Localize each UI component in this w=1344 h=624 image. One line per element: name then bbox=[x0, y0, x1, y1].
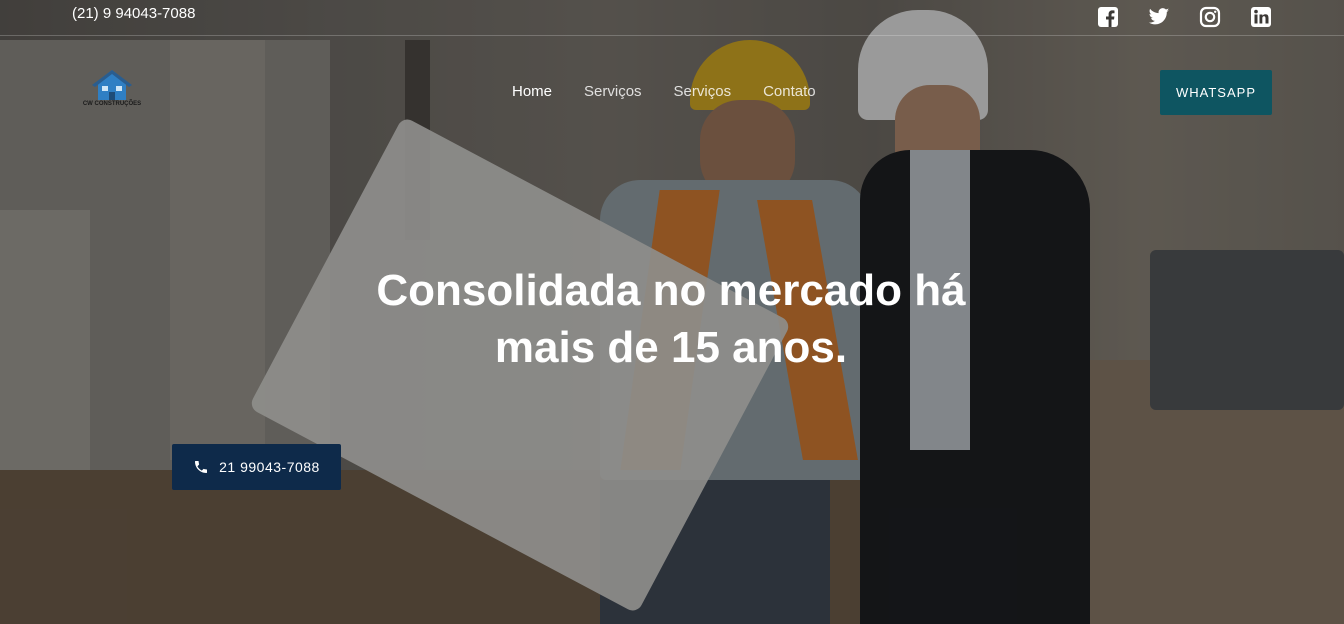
call-button[interactable]: 21 99043-7088 bbox=[172, 444, 341, 490]
nav-item-servicos[interactable]: Serviços bbox=[584, 83, 642, 100]
top-bar: (21) 9 94043-7088 bbox=[0, 0, 1344, 36]
nav-item-servicos-2[interactable]: Serviços bbox=[674, 83, 732, 100]
house-logo-icon bbox=[92, 70, 132, 100]
logo-text: CW CONSTRUÇÕES bbox=[82, 101, 142, 107]
nav-item-contato[interactable]: Contato bbox=[763, 83, 816, 100]
hero-headline-line-2: mais de 15 anos. bbox=[494, 323, 848, 372]
linkedin-icon[interactable] bbox=[1250, 6, 1272, 28]
main-nav: Home Serviços Serviços Contato bbox=[512, 83, 816, 100]
whatsapp-button[interactable]: WHATSAPP bbox=[1160, 70, 1272, 115]
call-button-label: 21 99043-7088 bbox=[219, 459, 320, 475]
social-links bbox=[1097, 6, 1272, 28]
nav-item-home[interactable]: Home bbox=[512, 83, 552, 100]
facebook-icon[interactable] bbox=[1097, 6, 1119, 28]
twitter-icon[interactable] bbox=[1148, 6, 1170, 28]
hero-headline-line-1: Consolidada no mercado há bbox=[376, 266, 966, 315]
site-logo[interactable]: CW CONSTRUÇÕES bbox=[78, 68, 146, 114]
hero-headline: Consolidada no mercado há mais de 15 ano… bbox=[300, 262, 1042, 376]
top-phone-number: (21) 9 94043-7088 bbox=[72, 5, 196, 22]
phone-icon bbox=[195, 461, 208, 473]
instagram-icon[interactable] bbox=[1199, 6, 1221, 28]
